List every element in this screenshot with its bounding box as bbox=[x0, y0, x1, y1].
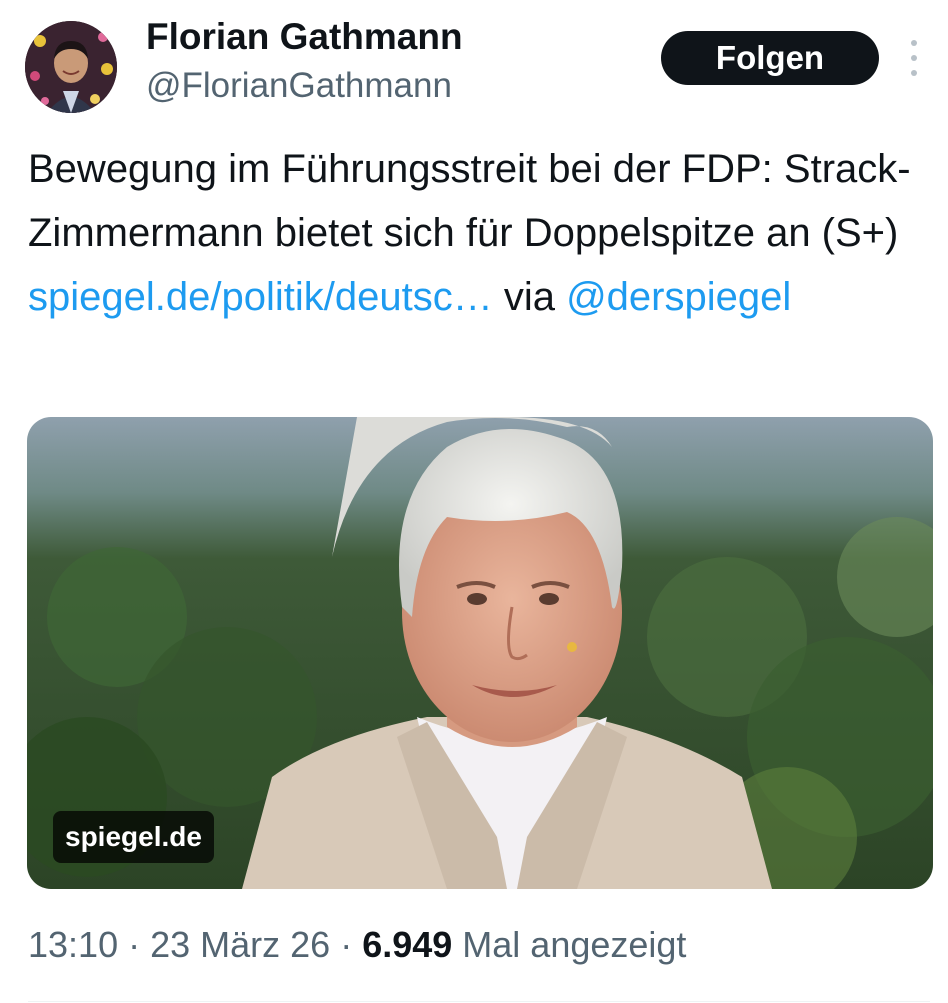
author-avatar[interactable] bbox=[25, 21, 117, 113]
tweet-meta: 13:10 · 23 März 26 · 6.949 Mal angezeigt bbox=[28, 924, 686, 966]
more-dot bbox=[911, 55, 917, 61]
article-link[interactable]: spiegel.de/politik/deutsc… bbox=[28, 275, 493, 319]
more-dot bbox=[911, 70, 917, 76]
tweet-header: Florian Gathmann @FlorianGathmann Folgen bbox=[0, 0, 948, 130]
views-label: Mal angezeigt bbox=[452, 924, 687, 965]
meta-separator: · bbox=[330, 924, 363, 965]
more-vertical-icon[interactable] bbox=[904, 40, 924, 76]
divider bbox=[28, 1001, 930, 1002]
more-dot bbox=[911, 40, 917, 46]
tweet-date[interactable]: 23 März 26 bbox=[150, 924, 330, 965]
via-text: via bbox=[492, 275, 567, 319]
avatar-image bbox=[25, 21, 117, 113]
author-display-name[interactable]: Florian Gathmann bbox=[146, 16, 463, 58]
views-count: 6.949 bbox=[362, 924, 453, 965]
tweet-body-text: Bewegung im Führungsstreit bei der FDP: … bbox=[28, 147, 911, 255]
mention-link[interactable]: @derspiegel bbox=[566, 275, 791, 319]
author-handle[interactable]: @FlorianGathmann bbox=[146, 66, 452, 106]
tweet-time[interactable]: 13:10 bbox=[28, 924, 118, 965]
link-preview-card[interactable]: spiegel.de bbox=[27, 417, 933, 889]
follow-button[interactable]: Folgen bbox=[661, 31, 879, 85]
source-badge: spiegel.de bbox=[53, 811, 214, 863]
meta-separator: · bbox=[118, 924, 151, 965]
tweet-text: Bewegung im Führungsstreit bei der FDP: … bbox=[28, 137, 928, 329]
